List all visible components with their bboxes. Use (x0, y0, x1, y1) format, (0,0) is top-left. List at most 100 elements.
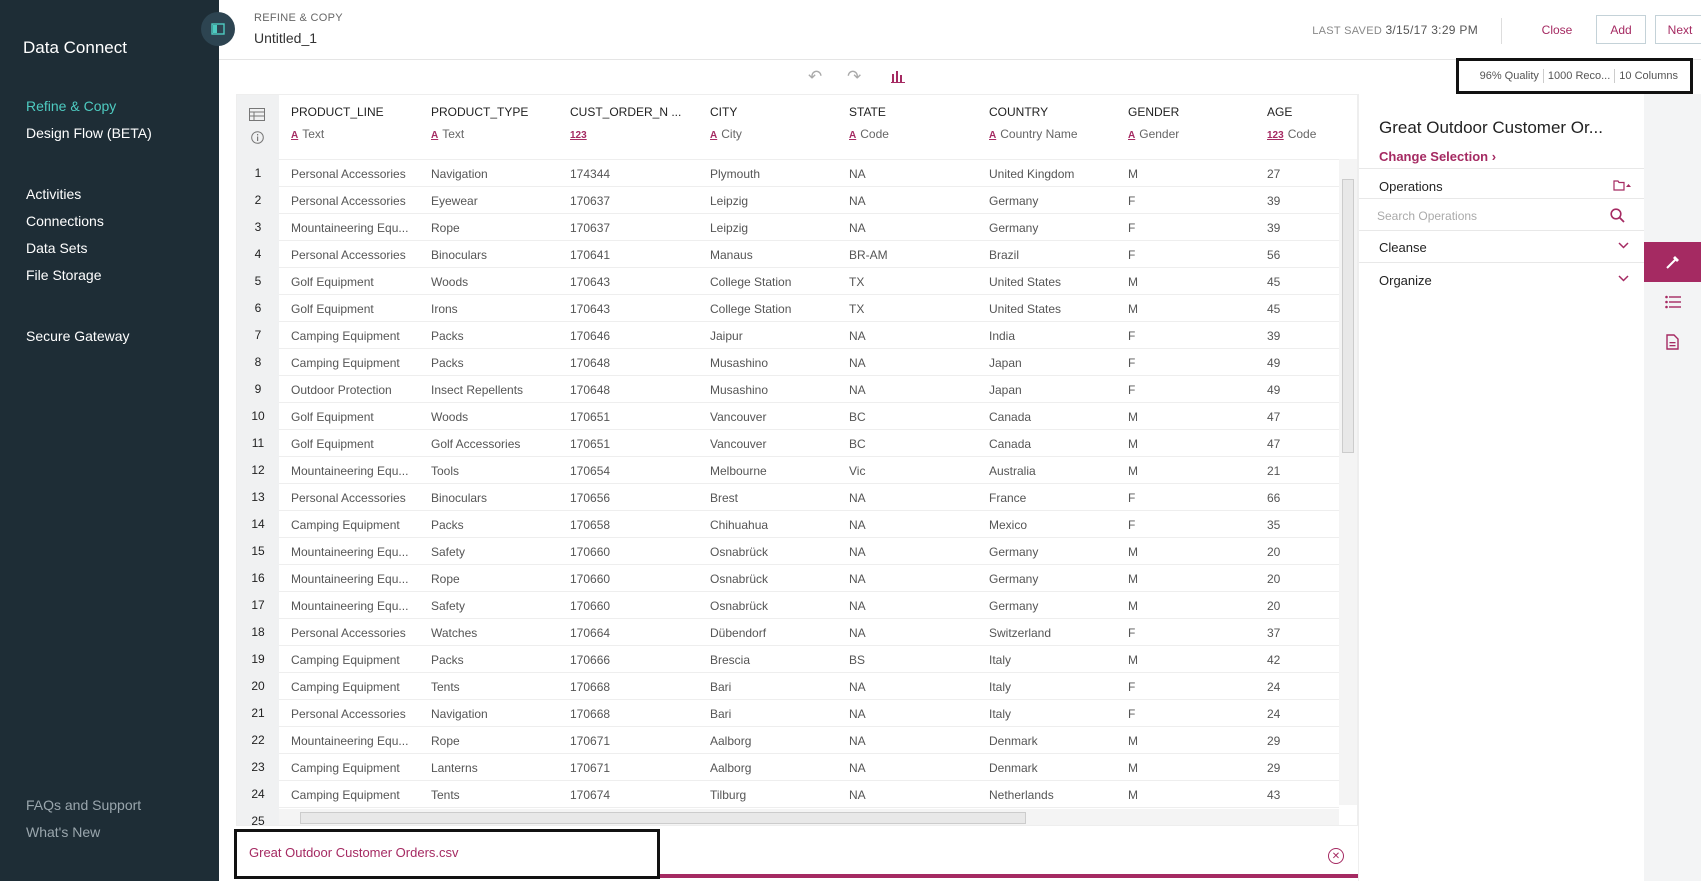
table-cell[interactable]: NA (849, 383, 977, 397)
horizontal-scroll-thumb[interactable] (300, 812, 1026, 824)
table-cell[interactable]: M (1128, 734, 1256, 748)
table-cell[interactable]: Woods (431, 275, 559, 289)
table-cell[interactable]: 170660 (570, 572, 698, 586)
column-header[interactable]: COUNTRY (989, 105, 1048, 119)
row-number[interactable]: 4 (237, 247, 279, 261)
table-cell[interactable]: Mountaineering Equ... (291, 464, 419, 478)
table-cell[interactable]: 49 (1267, 383, 1339, 397)
table-cell[interactable]: Dübendorf (710, 626, 838, 640)
list-tool-button[interactable] (1644, 282, 1701, 322)
redo-icon[interactable]: ↷ (847, 67, 861, 87)
table-cell[interactable]: Eyewear (431, 194, 559, 208)
table-cell[interactable]: 35 (1267, 518, 1339, 532)
table-cell[interactable]: Safety (431, 545, 559, 559)
table-cell[interactable]: 170660 (570, 545, 698, 559)
table-cell[interactable]: F (1128, 248, 1256, 262)
file-tab[interactable]: Great Outdoor Customer Orders.csv (234, 829, 660, 879)
table-cell[interactable]: Japan (989, 383, 1117, 397)
table-cell[interactable]: Canada (989, 410, 1117, 424)
table-cell[interactable]: 170641 (570, 248, 698, 262)
nav-secure-gateway[interactable]: Secure Gateway (26, 328, 130, 344)
table-cell[interactable]: Osnabrück (710, 545, 838, 559)
table-cell[interactable]: 37 (1267, 626, 1339, 640)
table-cell[interactable]: Germany (989, 599, 1117, 613)
table-cell[interactable]: 170654 (570, 464, 698, 478)
table-cell[interactable]: Aalborg (710, 761, 838, 775)
row-number[interactable]: 1 (237, 166, 279, 180)
row-number[interactable]: 3 (237, 220, 279, 234)
table-cell[interactable]: 39 (1267, 329, 1339, 343)
table-cell[interactable]: M (1128, 437, 1256, 451)
change-selection-link[interactable]: Change Selection › (1379, 149, 1496, 164)
table-cell[interactable]: Rope (431, 221, 559, 235)
table-cell[interactable]: 24 (1267, 680, 1339, 694)
table-cell[interactable]: Insect Repellents (431, 383, 559, 397)
nav-activities[interactable]: Activities (26, 186, 81, 202)
table-cell[interactable]: 45 (1267, 275, 1339, 289)
table-cell[interactable]: Mountaineering Equ... (291, 572, 419, 586)
table-cell[interactable]: 47 (1267, 410, 1339, 424)
table-cell[interactable]: India (989, 329, 1117, 343)
table-cell[interactable]: M (1128, 545, 1256, 559)
table-cell[interactable]: 27 (1267, 167, 1339, 181)
table-cell[interactable]: NA (849, 626, 977, 640)
table-cell[interactable]: Italy (989, 680, 1117, 694)
table-cell[interactable]: F (1128, 491, 1256, 505)
table-cell[interactable]: TX (849, 275, 977, 289)
column-header[interactable]: STATE (849, 105, 886, 119)
next-button[interactable]: Next (1655, 15, 1701, 44)
section-organize[interactable]: Organize (1359, 262, 1645, 294)
nav-refine-copy[interactable]: Refine & Copy (26, 98, 116, 114)
row-number[interactable]: 17 (237, 598, 279, 612)
column-header[interactable]: GENDER (1128, 105, 1179, 119)
table-cell[interactable]: Lanterns (431, 761, 559, 775)
table-cell[interactable]: 170666 (570, 653, 698, 667)
table-cell[interactable]: Packs (431, 356, 559, 370)
table-cell[interactable]: Osnabrück (710, 572, 838, 586)
section-cleanse[interactable]: Cleanse (1359, 230, 1645, 262)
table-cell[interactable]: 170656 (570, 491, 698, 505)
search-icon[interactable] (1610, 208, 1625, 223)
row-number[interactable]: 20 (237, 679, 279, 693)
table-cell[interactable]: 170660 (570, 599, 698, 613)
table-cell[interactable]: 42 (1267, 653, 1339, 667)
table-cell[interactable]: Camping Equipment (291, 680, 419, 694)
table-cell[interactable]: NA (849, 329, 977, 343)
nav-faqs-support[interactable]: FAQs and Support (26, 797, 141, 813)
row-number[interactable]: 12 (237, 463, 279, 477)
table-cell[interactable]: Tools (431, 464, 559, 478)
table-cell[interactable]: 170664 (570, 626, 698, 640)
table-cell[interactable]: Leipzig (710, 221, 838, 235)
horizontal-scrollbar[interactable] (279, 809, 1339, 825)
table-cell[interactable]: 170668 (570, 680, 698, 694)
table-cell[interactable]: M (1128, 788, 1256, 802)
vertical-scroll-thumb[interactable] (1342, 179, 1354, 453)
table-cell[interactable]: NA (849, 518, 977, 532)
chart-icon[interactable] (891, 68, 905, 88)
table-cell[interactable]: 170643 (570, 302, 698, 316)
table-cell[interactable]: 49 (1267, 356, 1339, 370)
table-cell[interactable]: TX (849, 302, 977, 316)
table-cell[interactable]: College Station (710, 302, 838, 316)
table-cell[interactable]: United States (989, 302, 1117, 316)
table-cell[interactable]: NA (849, 599, 977, 613)
table-cell[interactable]: NA (849, 221, 977, 235)
table-cell[interactable]: Japan (989, 356, 1117, 370)
nav-file-storage[interactable]: File Storage (26, 267, 101, 283)
table-icon[interactable] (249, 108, 265, 121)
table-cell[interactable]: Brescia (710, 653, 838, 667)
table-cell[interactable]: Personal Accessories (291, 194, 419, 208)
table-cell[interactable]: Camping Equipment (291, 788, 419, 802)
table-cell[interactable]: United States (989, 275, 1117, 289)
table-cell[interactable]: Personal Accessories (291, 491, 419, 505)
row-number[interactable]: 18 (237, 625, 279, 639)
row-number[interactable]: 19 (237, 652, 279, 666)
table-cell[interactable]: 20 (1267, 572, 1339, 586)
table-cell[interactable]: Italy (989, 707, 1117, 721)
table-cell[interactable]: Netherlands (989, 788, 1117, 802)
row-number[interactable]: 8 (237, 355, 279, 369)
table-cell[interactable]: 170637 (570, 221, 698, 235)
table-cell[interactable]: Binoculars (431, 248, 559, 262)
table-cell[interactable]: Musashino (710, 356, 838, 370)
document-title[interactable]: Untitled_1 (254, 30, 317, 46)
